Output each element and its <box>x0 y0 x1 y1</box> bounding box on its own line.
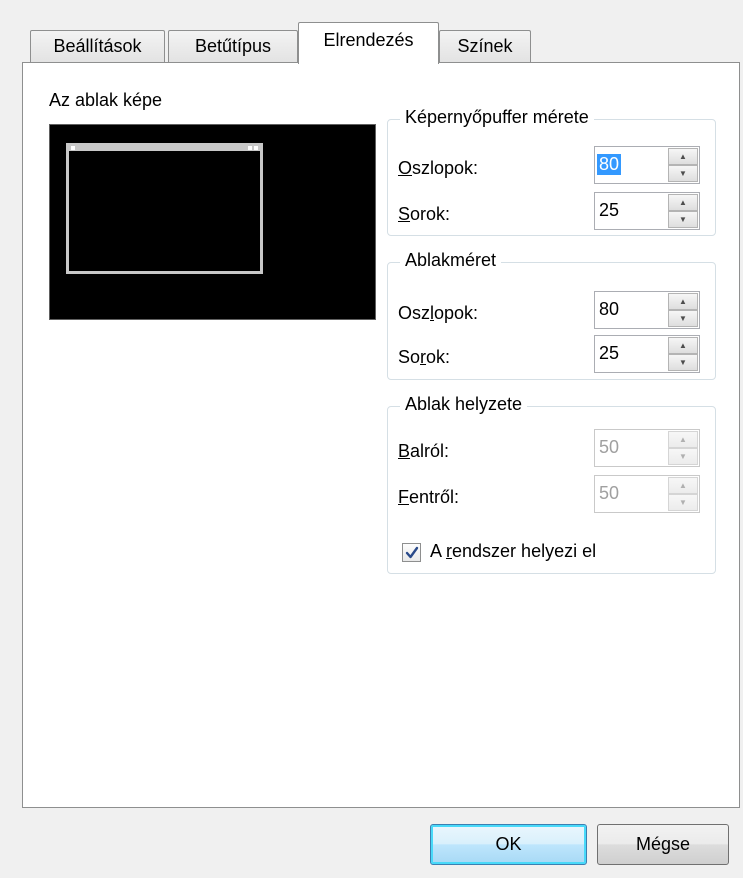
window-preview <box>49 124 376 320</box>
position-top-up-button[interactable]: ▲ <box>668 477 698 494</box>
screen-buffer-size-title: Képernyőpuffer mérete <box>400 107 594 128</box>
window-rows-down-button[interactable]: ▼ <box>668 354 698 371</box>
preview-close-icon <box>254 146 258 150</box>
window-rows-value[interactable]: 25 <box>599 343 619 364</box>
layout-tab-panel: Az ablak képe Képernyőpuffer mérete Oszl… <box>22 62 740 808</box>
auto-position-checkbox[interactable] <box>402 543 421 562</box>
cancel-button[interactable]: Mégse <box>597 824 729 865</box>
cancel-button-label: Mégse <box>635 834 691 854</box>
position-top-down-button[interactable]: ▼ <box>668 494 698 511</box>
position-left-value[interactable]: 50 <box>599 437 619 458</box>
position-top-value[interactable]: 50 <box>599 483 619 504</box>
tab-font-label: Betűtípus <box>194 36 272 56</box>
window-size-title: Ablakméret <box>400 250 502 271</box>
tab-layout[interactable]: Elrendezés <box>298 22 439 64</box>
window-columns-value[interactable]: 80 <box>599 299 619 320</box>
preview-window-titlebar <box>69 146 260 151</box>
screen-buffer-size-group: Képernyőpuffer mérete Oszlopok: 80 ▲ ▼ S… <box>387 107 716 236</box>
position-left-down-button[interactable]: ▼ <box>668 448 698 465</box>
window-columns-label: Oszlopok: <box>398 303 479 323</box>
window-columns-up-button[interactable]: ▲ <box>668 293 698 310</box>
tab-settings[interactable]: Beállítások <box>30 30 165 62</box>
tab-layout-label: Elrendezés <box>323 30 414 50</box>
buffer-rows-spinner[interactable]: 25 ▲ ▼ <box>594 192 700 230</box>
tab-colors-label: Színek <box>457 36 513 56</box>
position-left-label: Balról: <box>398 441 450 461</box>
tab-colors[interactable]: Színek <box>439 30 531 62</box>
ok-button-label: OK <box>495 834 522 854</box>
auto-position-label[interactable]: A rendszer helyezi el <box>430 541 596 562</box>
buffer-rows-up-button[interactable]: ▲ <box>668 194 698 211</box>
chevron-up-icon: ▲ <box>679 152 687 161</box>
buffer-columns-up-button[interactable]: ▲ <box>668 148 698 165</box>
chevron-up-icon: ▲ <box>679 435 687 444</box>
chevron-up-icon: ▲ <box>679 481 687 490</box>
chevron-down-icon: ▼ <box>679 498 687 507</box>
buffer-columns-down-button[interactable]: ▼ <box>668 165 698 182</box>
window-rows-up-button[interactable]: ▲ <box>668 337 698 354</box>
buffer-columns-label: Oszlopok: <box>398 158 479 178</box>
window-position-group: Ablak helyzete Balról: 50 ▲ ▼ Fentről: 5… <box>387 394 716 574</box>
buffer-rows-down-button[interactable]: ▼ <box>668 211 698 228</box>
chevron-down-icon: ▼ <box>679 452 687 461</box>
window-columns-spinner[interactable]: 80 ▲ ▼ <box>594 291 700 329</box>
chevron-up-icon: ▲ <box>679 198 687 207</box>
tab-settings-label: Beállítások <box>53 36 142 56</box>
buffer-rows-label: Sorok: <box>398 204 451 224</box>
window-rows-spinner[interactable]: 25 ▲ ▼ <box>594 335 700 373</box>
position-left-up-button[interactable]: ▲ <box>668 431 698 448</box>
window-size-group: Ablakméret Oszlopok: 80 ▲ ▼ Sorok: 25 ▲ … <box>387 250 716 380</box>
window-position-title: Ablak helyzete <box>400 394 528 415</box>
buffer-columns-value[interactable]: 80 <box>597 154 622 175</box>
chevron-up-icon: ▲ <box>679 341 687 350</box>
chevron-down-icon: ▼ <box>679 169 687 178</box>
position-left-spinner[interactable]: 50 ▲ ▼ <box>594 429 700 467</box>
tab-font[interactable]: Betűtípus <box>168 30 298 62</box>
buffer-rows-value[interactable]: 25 <box>599 200 619 221</box>
preview-window-frame <box>66 143 263 274</box>
buffer-columns-spinner[interactable]: 80 ▲ ▼ <box>594 146 700 184</box>
position-top-label: Fentről: <box>398 487 460 507</box>
position-top-spinner[interactable]: 50 ▲ ▼ <box>594 475 700 513</box>
chevron-down-icon: ▼ <box>679 215 687 224</box>
console-properties-dialog: Beállítások Betűtípus Elrendezés Színek … <box>0 0 743 878</box>
chevron-down-icon: ▼ <box>679 314 687 323</box>
chevron-up-icon: ▲ <box>679 297 687 306</box>
preview-system-icon <box>71 146 75 150</box>
window-rows-label: Sorok: <box>398 347 451 367</box>
chevron-down-icon: ▼ <box>679 358 687 367</box>
window-columns-down-button[interactable]: ▼ <box>668 310 698 327</box>
ok-button[interactable]: OK <box>430 824 587 865</box>
preview-maximize-icon <box>248 146 252 150</box>
preview-label: Az ablak képe <box>49 90 163 110</box>
checkmark-icon <box>405 546 418 558</box>
